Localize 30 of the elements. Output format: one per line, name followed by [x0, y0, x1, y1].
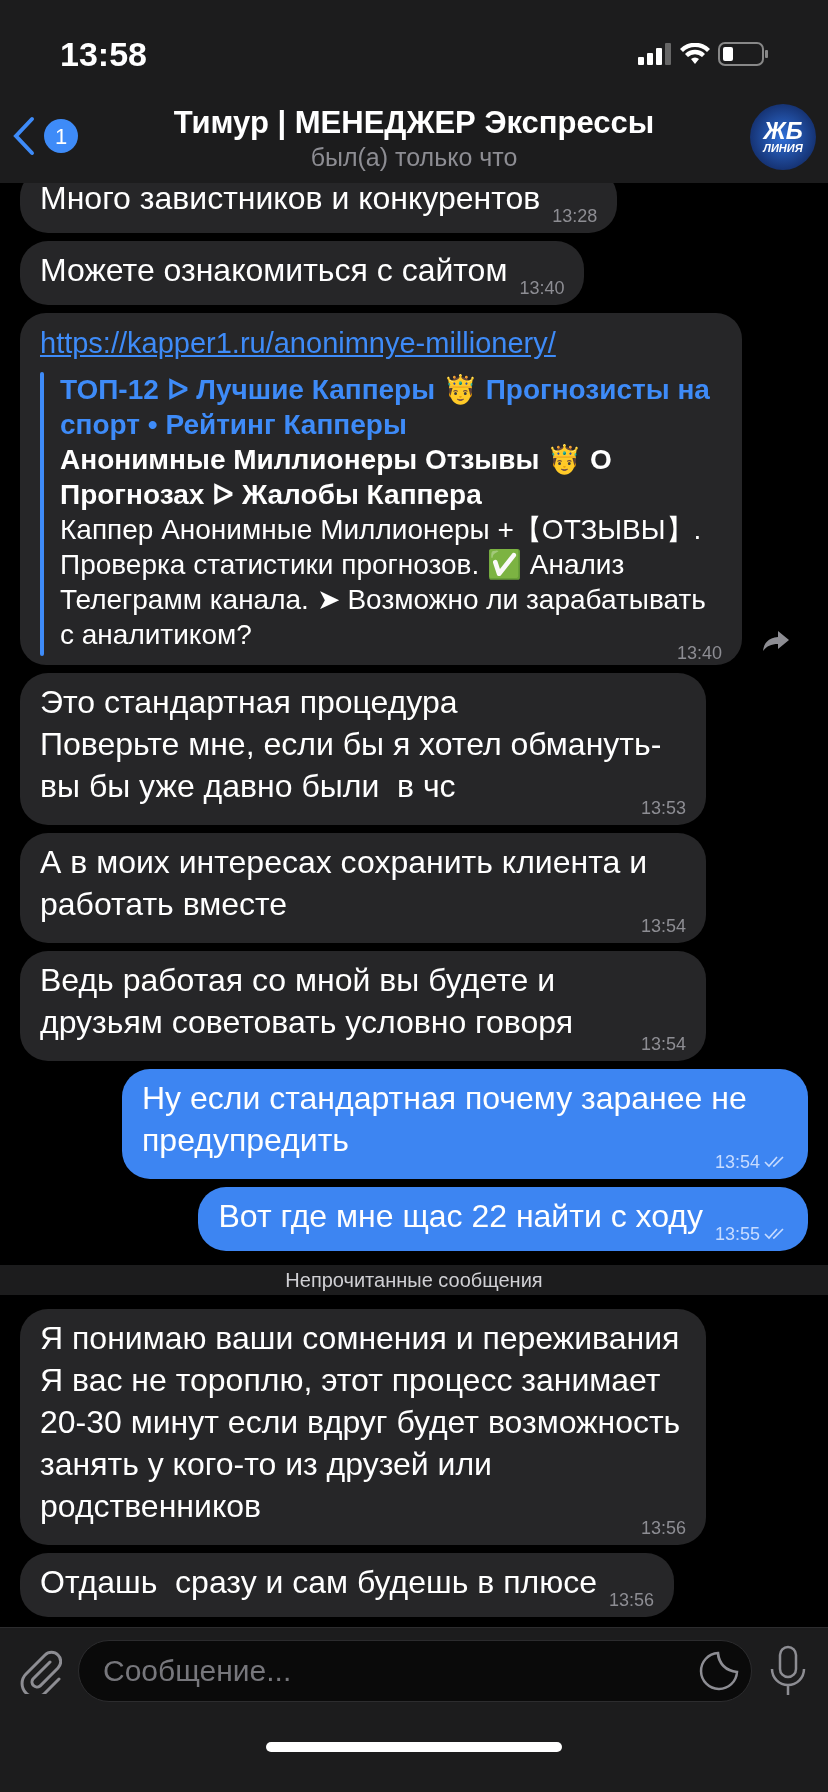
- status-time: 13:58: [60, 33, 147, 75]
- unread-badge: 1: [44, 119, 78, 153]
- message-time: 13:56: [608, 1589, 654, 1611]
- message-time: 13:55: [714, 1223, 760, 1245]
- avatar-text: ЖБ: [763, 120, 803, 142]
- message-text: Вот где мне щас 22 найти с ходу: [218, 1197, 703, 1236]
- preview-site: ТОП-12 ᐅ Лучшие Капперы 🤴 Прогнозисты на спорт • Рейтинг Капперы: [60, 373, 711, 442]
- chat-title: Тимур | МЕНЕДЖЕР Экспрессы: [173, 104, 655, 142]
- message-time: 13:54: [640, 1033, 686, 1055]
- avatar-text: ЛИНИЯ: [763, 142, 803, 154]
- battery-icon: [718, 42, 768, 66]
- message-text: Можете ознакомиться с сайтом: [40, 251, 508, 290]
- sticker-icon[interactable]: [698, 1650, 740, 1692]
- wifi-icon: [680, 43, 710, 65]
- message-text: Много завистников и конкурентов: [40, 183, 541, 218]
- link[interactable]: https://kapper1.ru/anonimnye-millionery/: [40, 322, 722, 364]
- message-field[interactable]: Сообщение...: [78, 1640, 752, 1702]
- signal-icon: [638, 43, 672, 65]
- chat-status: был(а) только что: [310, 142, 518, 172]
- message-time: 13:40: [519, 277, 565, 299]
- share-icon[interactable]: [762, 629, 790, 653]
- microphone-icon[interactable]: [768, 1645, 808, 1697]
- attach-icon[interactable]: [20, 1648, 62, 1694]
- message-text: Отдашь сразу и сам будешь в плюсе: [40, 1563, 597, 1602]
- message-time: 13:54: [640, 915, 686, 937]
- preview-title: Анонимные Миллионеры Отзывы 🤴 О Прогнозах ᐅ Жалобы Каппера: [60, 443, 613, 512]
- message-text: Ведь работая со мной вы будете и друзьям советовать условно говоря: [40, 961, 575, 1042]
- avatar[interactable]: ЖБ ЛИНИЯ: [750, 104, 816, 170]
- message-time: 13:28: [552, 205, 598, 227]
- back-icon[interactable]: [12, 116, 36, 156]
